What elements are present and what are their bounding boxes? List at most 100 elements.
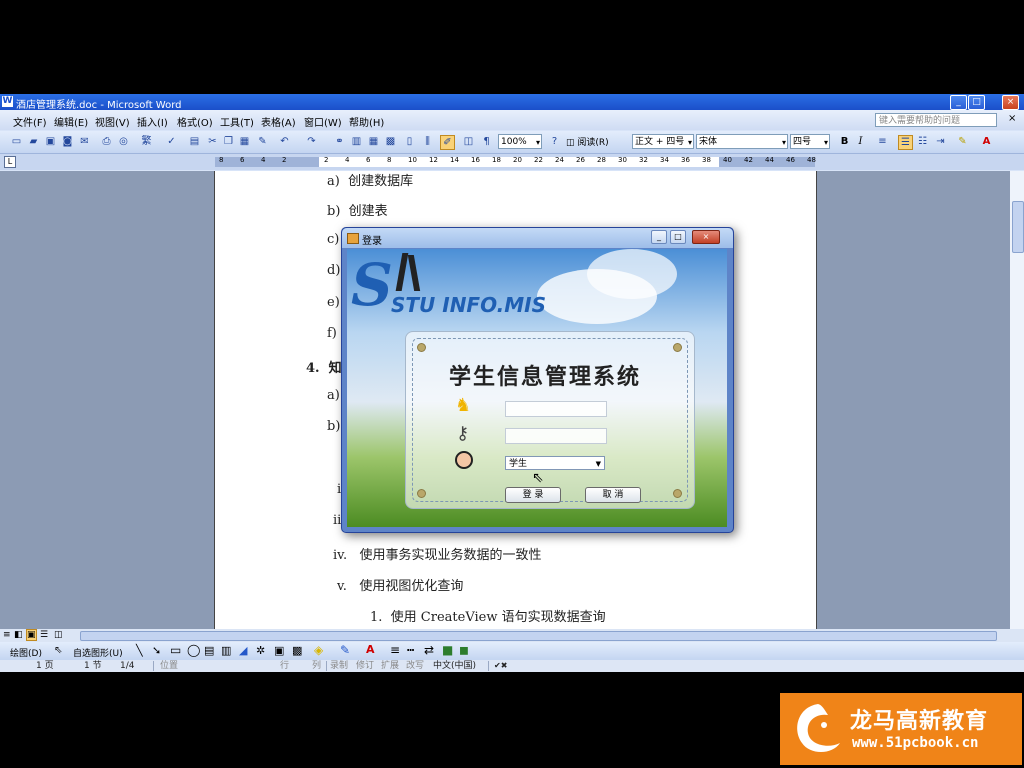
spelling-icon[interactable]: ✓ [165,135,178,148]
horizontal-ruler[interactable]: L 8 6 4 2 2 4 6 8 10 12 14 16 18 20 22 24 26 28 30 32 34 36 38… [0,154,1024,170]
format-painter-icon[interactable]: ✎ [256,135,269,148]
show-hide-icon[interactable]: ¶ [480,135,493,148]
doc-line: 1. 使用 CreateView 语句实现数据查询 [370,610,606,625]
undo-icon[interactable]: ↶ [278,135,291,148]
status-track[interactable]: 修订 [356,660,374,672]
numbering-icon[interactable]: ☰ [898,135,913,150]
hyperlink-icon[interactable]: ⚭ [333,135,346,148]
line-style-icon[interactable]: ≡ [390,643,400,657]
doc-map-icon[interactable]: ◫ [462,135,475,148]
bold-button[interactable]: B [838,135,851,148]
vertical-textbox-icon[interactable]: ▥ [221,644,231,657]
italic-button[interactable]: I [854,135,867,148]
dialog-minimize-button[interactable]: _ [651,230,667,244]
redo-icon[interactable]: ↷ [305,135,318,148]
diagram-icon[interactable]: ✲ [256,644,265,657]
autoshapes-menu[interactable]: 自选图形(U) [73,646,123,659]
line-color-icon[interactable]: ✎ [340,643,350,657]
close-button[interactable]: × [1002,95,1019,110]
font-select[interactable]: 宋体 ▾ [696,134,788,149]
menu-table[interactable]: 表格(A) [261,114,296,129]
minimize-button[interactable]: _ [950,95,967,110]
tables-borders-icon[interactable]: ▥ [350,135,363,148]
vertical-scroll-thumb[interactable] [1012,201,1024,253]
login-button[interactable]: 登 录 [505,487,561,503]
permission-icon[interactable]: ◙ [61,135,74,148]
cut-icon[interactable]: ✂ [206,135,219,148]
role-select[interactable]: 学生 ▼ [505,456,605,470]
menu-window[interactable]: 窗口(W) [304,114,342,129]
insert-excel-icon[interactable]: ▩ [384,135,397,148]
print-view-icon[interactable]: ▣ [26,629,37,641]
dialog-close-button[interactable]: × [692,230,720,244]
user-icon: ♞ [455,395,472,416]
line-icon[interactable]: ╲ [136,644,143,657]
outline-view-icon[interactable]: ☰ [40,630,48,640]
insert-table-icon[interactable]: ▦ [367,135,380,148]
menu-format[interactable]: 格式(O) [177,114,213,129]
status-extend[interactable]: 扩展 [381,660,399,672]
rectangle-icon[interactable]: ▭ [170,643,181,657]
read-button[interactable]: ◫ 阅读(R) [566,135,609,148]
preview-icon[interactable]: ◎ [117,135,130,148]
select-pointer-icon[interactable]: ⇖ [54,645,62,656]
help-search-input[interactable]: 键入需要帮助的问题 [875,113,997,127]
wordart-icon[interactable]: ◢ [239,644,247,657]
maximize-button[interactable]: □ [968,95,985,110]
cancel-button[interactable]: 取 消 [585,487,641,503]
tab-selector-icon[interactable]: L [4,156,16,168]
print-icon[interactable]: ⎙ [100,135,113,148]
paste-icon[interactable]: ▦ [238,135,251,148]
password-input[interactable] [505,428,607,444]
arrow-icon[interactable]: ➘ [152,644,161,657]
bullets-icon[interactable]: ☷ [916,135,929,148]
horizontal-scroll-thumb[interactable] [80,631,997,641]
shadow-icon[interactable]: ■ [442,643,453,657]
menu-edit[interactable]: 编辑(E) [54,114,88,129]
copy-icon[interactable]: ❐ [222,135,235,148]
font-color-icon[interactable]: A [980,135,993,148]
align-center-icon[interactable]: ≡ [876,135,889,148]
highlight-icon[interactable]: ✎ [956,135,969,148]
dialog-maximize-button[interactable]: □ [670,230,686,244]
reading-view-icon[interactable]: ◫ [54,630,63,640]
indent-icon[interactable]: ⇥ [934,135,947,148]
zoom-select[interactable]: 100% ▾ [498,134,542,149]
font-size-select[interactable]: 四号 ▾ [790,134,830,149]
vertical-scrollbar[interactable] [1010,171,1024,629]
columns-icon[interactable]: ▯ [403,135,416,148]
email-icon[interactable]: ✉ [78,135,91,148]
3d-icon[interactable]: ◼ [459,643,469,657]
menu-view[interactable]: 视图(V) [95,114,130,129]
arrow-style-icon[interactable]: ⇄ [424,643,434,657]
style-select[interactable]: 正文 + 四号 ▾ [632,134,694,149]
drawing-icon[interactable]: ✐ [440,135,455,150]
research-icon[interactable]: ▤ [188,135,201,148]
save-icon[interactable]: ▣ [44,135,57,148]
new-icon[interactable]: ▭ [10,135,23,148]
menu-file[interactable]: 文件(F) [13,114,47,129]
normal-view-icon[interactable]: ≡ [3,630,11,640]
status-overtype[interactable]: 改写 [406,660,424,672]
menu-tools[interactable]: 工具(T) [220,114,254,129]
draw-font-color-icon[interactable]: A [366,643,375,656]
menu-help[interactable]: 帮助(H) [349,114,384,129]
spelling-status-icon[interactable]: ✔✖ [494,660,507,672]
horizontal-scrollbar[interactable]: ≡ ◧ ▣ ☰ ◫ [0,629,1024,642]
oval-icon[interactable]: ◯ [187,643,200,657]
menu-insert[interactable]: 插入(I) [137,114,168,129]
close-doc-icon[interactable]: × [1008,113,1016,124]
help-icon[interactable]: ? [548,135,561,148]
picture-icon[interactable]: ▩ [292,644,302,657]
draw-menu[interactable]: 绘图(D) [10,646,42,659]
web-view-icon[interactable]: ◧ [14,630,23,640]
dash-style-icon[interactable]: ┅ [407,643,414,657]
traditional-icon[interactable]: 繁 [140,135,153,148]
fill-color-icon[interactable]: ◈ [314,643,323,657]
username-input[interactable] [505,401,607,417]
columns2-icon[interactable]: ⫼ [421,135,434,148]
clipart-icon[interactable]: ▣ [274,644,284,657]
textbox-icon[interactable]: ▤ [204,644,214,657]
status-record[interactable]: 录制 [330,660,348,672]
open-icon[interactable]: ▰ [27,135,40,148]
